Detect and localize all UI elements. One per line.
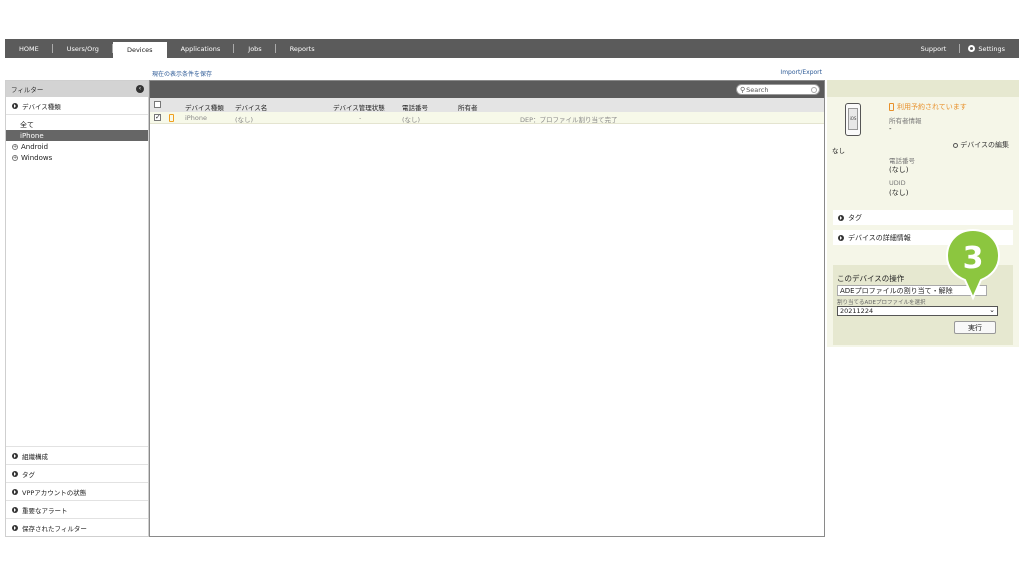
- filter-section-alerts[interactable]: 重要なアラート: [6, 500, 148, 518]
- col-owner[interactable]: 所有者: [458, 102, 478, 112]
- device-image: iOS: [845, 103, 861, 136]
- filter-section-tag[interactable]: タグ: [6, 464, 148, 482]
- status-text: 利用予約されています: [897, 103, 967, 111]
- expand-icon: [12, 102, 18, 109]
- ops-title: このデバイスの操作: [837, 274, 905, 283]
- import-export-link[interactable]: Import/Export: [780, 69, 822, 76]
- section-label: 組織構成: [22, 452, 48, 461]
- plus-circle-icon[interactable]: +: [12, 154, 18, 161]
- section-label: 重要なアラート: [22, 506, 68, 515]
- edit-device-link[interactable]: デバイスの編集: [953, 140, 1009, 150]
- expand-icon: [838, 234, 844, 241]
- collapse-left-icon[interactable]: ‹: [136, 85, 144, 93]
- gear-icon: [953, 142, 959, 148]
- owner-label: 所有者情報: [889, 117, 922, 125]
- detail-header: [827, 80, 1019, 97]
- nav-users-org[interactable]: Users/Org: [53, 39, 114, 58]
- expand-icon: [12, 524, 18, 531]
- select-all-checkbox[interactable]: [154, 101, 161, 108]
- nav-applications[interactable]: Applications: [167, 39, 235, 58]
- nav-reports[interactable]: Reports: [276, 39, 329, 58]
- nav-support[interactable]: Support: [907, 39, 961, 58]
- section-label: タグ: [848, 213, 862, 222]
- col-mgmt-status[interactable]: デバイス管理状態: [333, 102, 385, 112]
- owner-value: -: [889, 125, 892, 133]
- gear-icon: [968, 45, 976, 52]
- filter-section-vpp[interactable]: VPPアカウントの状態: [6, 482, 148, 500]
- col-device-name[interactable]: デバイス名: [235, 102, 267, 112]
- tree-label: Windows: [21, 153, 53, 162]
- tree-item-windows[interactable]: + Windows: [6, 152, 148, 163]
- device-list: ⚲ Search デバイス種類 デバイス名 デバイス管理状態 電話番号 所有者 …: [149, 80, 825, 537]
- section-label: タグ: [22, 470, 35, 479]
- tree-item-android[interactable]: + Android: [6, 141, 148, 152]
- cell-status: DEP：プロファイル割り当て完了: [520, 116, 618, 124]
- col-phone[interactable]: 電話番号: [402, 102, 428, 112]
- udid-label: UDID: [889, 179, 906, 187]
- section-label: デバイス種類: [22, 102, 61, 111]
- table-row[interactable]: iPhone (なし) - (なし) DEP：プロファイル割り当て完了: [150, 112, 824, 124]
- plus-circle-icon[interactable]: +: [12, 143, 18, 150]
- detail-body: iOS なし 利用予約されています 所有者情報 - デバイスの編集 電話番号 (…: [827, 97, 1019, 347]
- expand-icon: [12, 452, 18, 459]
- app-window: HOME Users/Org Devices Applications Jobs…: [0, 0, 1024, 577]
- expand-icon: [12, 488, 18, 495]
- filter-section-org[interactable]: 組織構成: [6, 446, 148, 464]
- filter-title: フィルター: [11, 86, 44, 94]
- section-label: VPPアカウントの状態: [22, 488, 87, 497]
- cell-mgmt: -: [359, 114, 362, 122]
- settings-label: Settings: [978, 44, 1005, 53]
- search-input[interactable]: Search: [746, 86, 768, 94]
- phone-icon: [889, 103, 894, 111]
- cell-type: iPhone: [185, 114, 207, 122]
- search-icon: ⚲: [740, 85, 746, 94]
- tree-item-all[interactable]: 全て: [6, 119, 148, 130]
- profile-value: 20211224: [840, 307, 874, 315]
- nav-devices[interactable]: Devices: [112, 42, 167, 58]
- nav-jobs[interactable]: Jobs: [234, 39, 277, 58]
- section-label: デバイスの詳細情報: [848, 233, 911, 242]
- tree-item-iphone[interactable]: iPhone: [6, 130, 148, 141]
- udid-value: (なし): [889, 189, 909, 197]
- run-button[interactable]: 実行: [954, 321, 996, 334]
- device-detail-panel: iOS なし 利用予約されています 所有者情報 - デバイスの編集 電話番号 (…: [827, 80, 1019, 537]
- callout-number: 3: [963, 241, 984, 276]
- expand-icon: [838, 214, 844, 221]
- cell-phone: (なし): [402, 116, 421, 124]
- list-toolbar: ⚲ Search: [150, 81, 824, 98]
- edit-label: デバイスの編集: [960, 141, 1009, 149]
- step-callout-marker: 3: [945, 228, 1001, 301]
- search-box[interactable]: ⚲ Search: [736, 84, 820, 95]
- cell-name: (なし): [235, 116, 254, 124]
- nav-right: Support Settings: [907, 39, 1019, 58]
- filter-header: フィルター ‹: [6, 81, 148, 97]
- section-label: 保存されたフィルター: [22, 524, 87, 533]
- filter-section-saved[interactable]: 保存されたフィルター: [6, 518, 148, 536]
- filter-panel: フィルター ‹ デバイス種類 全て iPhone + Android + Win…: [5, 80, 149, 537]
- filter-section-device-type[interactable]: デバイス種類: [6, 97, 148, 115]
- top-navigation: HOME Users/Org Devices Applications Jobs…: [5, 39, 1019, 58]
- reservation-status: 利用予約されています: [889, 102, 967, 112]
- tree-label: Android: [21, 142, 49, 151]
- nav-settings[interactable]: Settings: [960, 39, 1019, 58]
- device-screen: iOS: [848, 108, 858, 130]
- phone-icon: [169, 114, 174, 122]
- expand-icon: [12, 470, 18, 477]
- table-header: デバイス種類 デバイス名 デバイス管理状態 電話番号 所有者: [150, 98, 824, 112]
- profile-select-label: 割り当てるADEプロファイルを選択: [837, 300, 926, 306]
- nav-home[interactable]: HOME: [5, 39, 53, 58]
- save-view-link[interactable]: 現在の表示条件を保存: [152, 69, 212, 78]
- detail-section-tag[interactable]: タグ: [833, 210, 1013, 225]
- clear-icon[interactable]: [811, 86, 817, 93]
- row-checkbox[interactable]: [154, 113, 161, 121]
- device-name: なし: [832, 147, 845, 155]
- phone-value: (なし): [889, 166, 909, 174]
- expand-icon: [12, 506, 18, 513]
- col-device-type[interactable]: デバイス種類: [185, 102, 224, 112]
- sub-toolbar: 現在の表示条件を保存 Import/Export: [152, 69, 822, 78]
- filter-bottom-sections: 組織構成 タグ VPPアカウントの状態 重要なアラート 保存されたフィルター: [6, 446, 148, 536]
- phone-label: 電話番号: [889, 157, 915, 165]
